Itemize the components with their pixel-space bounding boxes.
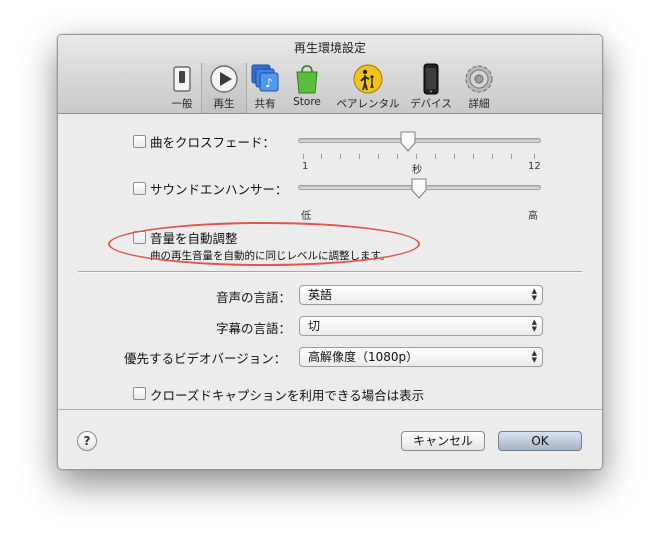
crossfade-tick (397, 154, 398, 159)
closed-captions-checkbox[interactable] (133, 387, 146, 400)
crossfade-tick (321, 154, 322, 159)
crossfade-label: 曲をクロスフェード： (150, 135, 276, 150)
cancel-button[interactable]: キャンセル (401, 431, 485, 451)
crossfade-tick (416, 154, 417, 159)
crossfade-max-label: 12 (528, 161, 541, 172)
sound-enhancer-slider-thumb[interactable] (410, 178, 428, 200)
svg-text:♪: ♪ (265, 76, 273, 90)
sound-enhancer-label: サウンドエンハンサー： (150, 182, 288, 197)
crossfade-tick (340, 154, 341, 159)
tab-parental[interactable]: ペアレンタル (336, 63, 400, 113)
switch-icon (173, 66, 191, 92)
window-title: 再生環境設定 (293, 41, 366, 55)
stepper-arrows-icon: ▲ ▼ (531, 287, 537, 302)
crossfade-tick (359, 154, 360, 159)
subtitle-language-select[interactable]: 切 ▲ ▼ (299, 316, 543, 336)
crossfade-tick (511, 154, 512, 159)
crossfade-slider-thumb[interactable] (399, 131, 417, 153)
help-button[interactable]: ? (77, 431, 97, 451)
crossfade-tick (492, 154, 493, 159)
shopping-bag-icon (296, 65, 318, 94)
crossfade-tick (454, 154, 455, 159)
crossfade-min-label: 1 (302, 161, 309, 172)
phone-icon (423, 63, 439, 95)
tab-store[interactable]: Store (280, 63, 334, 113)
toolbar: 再生環境設定 一般 再生 ♪ 共有 Store ペアレンタル デバイス 詳細 (58, 35, 602, 114)
music-share-icon: ♪ (251, 64, 279, 92)
crossfade-checkbox[interactable] (133, 135, 146, 148)
stepper-arrows-icon: ▲ ▼ (531, 318, 537, 333)
tab-devices[interactable]: デバイス (404, 63, 458, 113)
parental-control-icon (353, 64, 383, 94)
sound-enhancer-checkbox[interactable] (133, 182, 146, 195)
audio-language-label: 音声の言語： (216, 290, 292, 305)
tab-advanced[interactable]: 詳細 (452, 63, 506, 113)
highlight-annotation-oval (108, 222, 420, 266)
crossfade-slider-track[interactable] (298, 138, 541, 143)
play-icon (210, 65, 238, 93)
stepper-arrows-icon: ▲ ▼ (531, 349, 537, 364)
tab-advanced-label: 詳細 (468, 98, 490, 110)
tab-parental-label: ペアレンタル (336, 98, 400, 110)
crossfade-tick (534, 154, 535, 159)
subtitle-language-value: 切 (308, 319, 321, 333)
video-version-select[interactable]: 高解像度（1080p） ▲ ▼ (299, 347, 543, 367)
ok-button[interactable]: OK (498, 431, 582, 451)
crossfade-tick (378, 154, 379, 159)
audio-language-select[interactable]: 英語 ▲ ▼ (299, 285, 543, 305)
closed-captions-label: クローズドキャプションを利用できる場合は表示 (150, 388, 425, 403)
button-bar: ? キャンセル OK (58, 409, 602, 469)
subtitle-language-label: 字幕の言語： (216, 321, 292, 336)
video-version-value: 高解像度（1080p） (308, 350, 419, 364)
crossfade-unit-label: 秒 (412, 165, 422, 176)
audio-language-value: 英語 (308, 288, 333, 302)
crossfade-tick (435, 154, 436, 159)
tab-devices-label: デバイス (410, 98, 452, 110)
crossfade-tick (473, 154, 474, 159)
crossfade-tick (303, 154, 304, 159)
gear-icon (465, 65, 493, 93)
sound-enhancer-min-label: 低 (301, 211, 311, 222)
video-version-label: 優先するビデオバージョン： (124, 351, 287, 366)
sound-enhancer-max-label: 高 (528, 211, 538, 222)
section-divider (78, 271, 582, 273)
tab-store-label: Store (293, 96, 321, 108)
